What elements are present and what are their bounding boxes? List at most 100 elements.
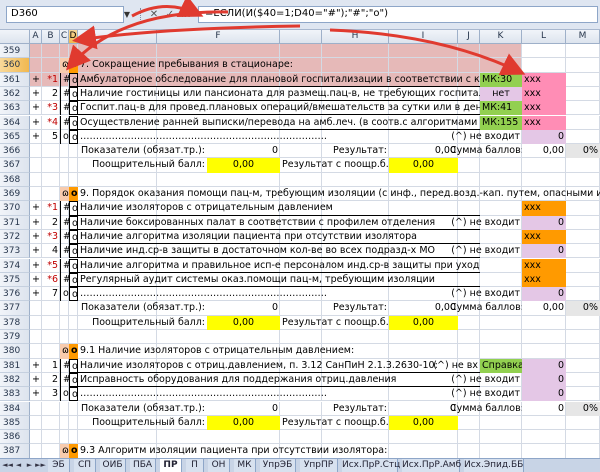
- result-label[interactable]: Результат с поощр.б.:: [280, 316, 389, 330]
- cell[interactable]: [60, 172, 69, 187]
- row-group-plus[interactable]: +: [30, 130, 42, 144]
- row-header-370[interactable]: 370: [0, 201, 30, 216]
- cell[interactable]: [30, 58, 42, 73]
- row-header-375[interactable]: 375: [0, 272, 30, 288]
- item-number[interactable]: 1: [42, 359, 60, 373]
- cell[interactable]: [42, 330, 60, 345]
- cell[interactable]: [42, 301, 60, 316]
- score-cell[interactable]: xxx: [522, 115, 566, 130]
- cell[interactable]: [60, 44, 69, 59]
- flag-d[interactable]: o: [69, 372, 78, 388]
- criterion-text[interactable]: Регулярный аудит системы оказ.помощи пац…: [78, 273, 480, 288]
- row-header-374[interactable]: 374: [0, 258, 30, 273]
- score-cell[interactable]: 0: [522, 387, 566, 402]
- cell[interactable]: [458, 158, 480, 173]
- cell[interactable]: [522, 430, 566, 445]
- row-header-387[interactable]: 387: [0, 444, 30, 458]
- indicator-value[interactable]: 0,00: [207, 158, 280, 173]
- cell[interactable]: [30, 158, 42, 173]
- cell[interactable]: [42, 415, 60, 431]
- criterion-text[interactable]: Амбулаторное обследование для плановой г…: [78, 73, 480, 87]
- cell[interactable]: [60, 158, 69, 173]
- indicator-label[interactable]: Поощрительный балл:: [78, 316, 207, 330]
- row-header-359[interactable]: 359: [0, 44, 30, 59]
- cell[interactable]: [42, 401, 60, 416]
- score-cell[interactable]: 0: [522, 287, 566, 302]
- cell[interactable]: [566, 129, 600, 145]
- score-cell[interactable]: xxx: [522, 258, 566, 273]
- cell[interactable]: [566, 244, 600, 259]
- cell[interactable]: [157, 430, 280, 445]
- flag-c[interactable]: #: [60, 229, 69, 245]
- row-group-plus[interactable]: +: [30, 373, 42, 387]
- row-header-378[interactable]: 378: [0, 315, 30, 330]
- cell[interactable]: [458, 415, 480, 431]
- not-included-label[interactable]: (^) не входит: [342, 287, 522, 301]
- flag-c[interactable]: #: [60, 272, 69, 288]
- cell[interactable]: [566, 287, 600, 302]
- cell[interactable]: [280, 330, 322, 345]
- column-header-j[interactable]: J: [458, 30, 480, 44]
- reference-tag[interactable]: нет: [480, 86, 522, 102]
- sheet-tab[interactable]: ПБА: [130, 459, 156, 472]
- result-label[interactable]: Результат с поощр.б.:: [280, 416, 389, 430]
- row-header-385[interactable]: 385: [0, 415, 30, 431]
- flag-d[interactable]: o: [69, 115, 78, 130]
- cell[interactable]: [389, 172, 458, 187]
- flag-c[interactable]: #: [60, 244, 69, 259]
- sheet-tab[interactable]: П: [186, 459, 204, 472]
- cell[interactable]: [78, 330, 157, 345]
- score-cell[interactable]: 0: [522, 358, 566, 373]
- section-title[interactable]: 7. Сокращение пребывания в стационаре:: [78, 58, 600, 72]
- score-cell[interactable]: xxx: [522, 272, 566, 288]
- cell[interactable]: [522, 415, 566, 431]
- row-group-plus[interactable]: +: [30, 116, 42, 130]
- criterion-text[interactable]: Наличие гостиницы или пансионата для раз…: [78, 87, 480, 102]
- not-included-label[interactable]: (^) не входит: [342, 216, 522, 230]
- sheet-nav-icon-3[interactable]: ►►: [35, 459, 46, 472]
- cell[interactable]: [30, 315, 42, 330]
- section-tag-d[interactable]: o: [69, 344, 78, 359]
- score-cell[interactable]: 0: [522, 244, 566, 259]
- flag-c[interactable]: #: [60, 358, 69, 373]
- cell[interactable]: [69, 315, 78, 330]
- cell[interactable]: [42, 58, 60, 73]
- cell[interactable]: [30, 172, 42, 187]
- indicator-label[interactable]: Поощрительный балл:: [78, 158, 207, 172]
- flag-d[interactable]: o: [69, 101, 78, 116]
- cell[interactable]: [566, 372, 600, 388]
- cell[interactable]: [30, 44, 42, 59]
- cell[interactable]: [389, 330, 458, 345]
- item-number[interactable]: *3: [42, 230, 60, 244]
- column-header-b[interactable]: B: [42, 30, 60, 44]
- sheet-tab[interactable]: УпрЭБ: [260, 459, 296, 472]
- cell[interactable]: [42, 444, 60, 458]
- section-tag-d[interactable]: o: [69, 444, 78, 458]
- cell[interactable]: [157, 172, 280, 187]
- cell[interactable]: [60, 144, 69, 159]
- column-header-h[interactable]: H: [322, 30, 389, 44]
- section-title[interactable]: 9.3 Алгоритм изоляции пациента при отсут…: [78, 444, 600, 458]
- cell[interactable]: [458, 172, 480, 187]
- score-cell[interactable]: xxx: [522, 201, 566, 216]
- reference-tag[interactable]: МК:30: [480, 72, 522, 87]
- sheet-nav-icon-2[interactable]: ►: [24, 459, 35, 472]
- item-number[interactable]: *5: [42, 259, 60, 273]
- cell[interactable]: [566, 430, 600, 445]
- flag-c[interactable]: o: [60, 287, 69, 302]
- row-group-plus[interactable]: +: [30, 73, 42, 87]
- cell[interactable]: [480, 229, 522, 245]
- score-cell[interactable]: 0: [522, 372, 566, 388]
- sheet-tab[interactable]: ПР: [160, 459, 182, 472]
- row-header-363[interactable]: 363: [0, 101, 30, 116]
- cell[interactable]: [69, 330, 78, 345]
- cell[interactable]: [78, 172, 157, 187]
- column-header-k[interactable]: K: [480, 30, 522, 44]
- section-tag-d[interactable]: o: [69, 187, 78, 202]
- sheet-nav-icon-1[interactable]: ◄: [13, 459, 24, 472]
- item-number[interactable]: *4: [42, 116, 60, 130]
- indicator-value[interactable]: 0,00: [207, 415, 280, 431]
- row-header-366[interactable]: 366: [0, 144, 30, 159]
- flag-d[interactable]: o: [69, 272, 78, 288]
- column-header-m[interactable]: M: [566, 30, 600, 44]
